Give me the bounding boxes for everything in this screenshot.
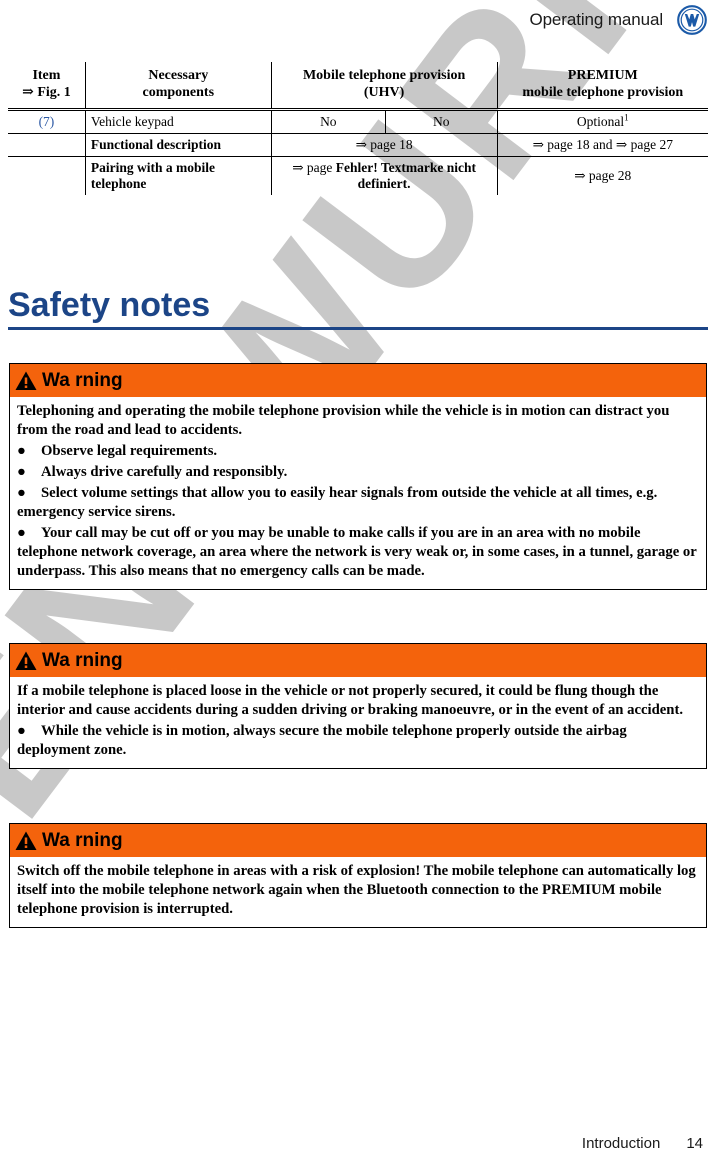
warning-body: Switch off the mobile telephone in areas… bbox=[10, 857, 706, 927]
bullet-marker: ● bbox=[17, 722, 26, 739]
table-body: (7) Vehicle keypad No No Optional1 Funct… bbox=[8, 109, 708, 196]
warning-bullet: ● While the vehicle is in motion, always … bbox=[17, 722, 699, 760]
cell-component: Vehicle keypad bbox=[84, 109, 272, 135]
warning-bullet: ● Observe legal requirements. bbox=[17, 442, 699, 461]
column-header-components-line2: components bbox=[142, 85, 215, 101]
table-row: Pairing with a mobile telephone ⇒ page F… bbox=[8, 156, 708, 196]
vw-logo-icon bbox=[677, 5, 707, 35]
warning-label: Wa rning bbox=[42, 650, 123, 671]
column-header-item-line2: ⇒ Fig. 1 bbox=[22, 85, 71, 101]
warning-intro: Telephoning and operating the mobile tel… bbox=[17, 403, 670, 438]
bullet-marker: ● bbox=[17, 524, 26, 541]
item-reference-link[interactable]: (7) bbox=[39, 114, 55, 129]
warning-body: Telephoning and operating the mobile tel… bbox=[10, 397, 706, 589]
column-header-premium-line1: PREMIUM bbox=[567, 68, 638, 83]
page-header: Operating manual bbox=[0, 0, 715, 40]
warning-intro: If a mobile telephone is placed loose in… bbox=[17, 683, 684, 718]
header-title: Operating manual bbox=[529, 10, 663, 29]
warning-label: Wa rning bbox=[42, 370, 123, 391]
page-ref-prefix: ⇒ page bbox=[292, 160, 336, 176]
warning-bullet: ● Always drive carefully and responsibly. bbox=[17, 463, 699, 482]
cell-item-ref: (7) bbox=[8, 109, 86, 135]
page-footer: Introduction 14 bbox=[0, 1128, 715, 1158]
warning-box: Wa rning Switch off the mobile telephone… bbox=[9, 823, 707, 928]
cell-uhv-page-ref[interactable]: ⇒ page Fehler! Textmarke nicht definiert… bbox=[270, 156, 498, 196]
cell-uhv-page-ref[interactable]: ⇒ page 18 bbox=[270, 133, 498, 158]
table-row: (7) Vehicle keypad No No Optional1 bbox=[8, 109, 708, 135]
footnote-marker: 1 bbox=[624, 112, 629, 123]
warning-bullet: ● Your call may be cut off or you may be … bbox=[17, 524, 699, 581]
column-header-uhv: Mobile telephone provision (UHV) bbox=[270, 62, 498, 112]
heading-rule bbox=[8, 326, 708, 330]
table-head: Item ⇒ Fig. 1 Necessary components Mobil… bbox=[8, 62, 708, 112]
column-header-item-line1: Item bbox=[32, 68, 61, 83]
section-heading: Safety notes bbox=[8, 286, 708, 330]
warning-header: Wa rning bbox=[10, 824, 706, 857]
warning-bullet: ● Select volume settings that allow you t… bbox=[17, 484, 699, 522]
cell-premium-text: Optional bbox=[576, 114, 625, 130]
table-row: Functional description ⇒ page 18 ⇒ page … bbox=[8, 133, 708, 158]
warning-bullet-text: Observe legal requirements. bbox=[41, 442, 218, 459]
document-page: Operating manual Item ⇒ Fig. 1 Necessary… bbox=[0, 0, 715, 1175]
warning-bullet-text: Your call may be cut off or you may be u… bbox=[17, 524, 697, 579]
warning-label: Wa rning bbox=[42, 830, 123, 851]
cell-premium: Optional1 bbox=[496, 109, 708, 135]
column-header-item: Item ⇒ Fig. 1 bbox=[8, 62, 86, 112]
column-header-components-line1: Necessary bbox=[148, 68, 209, 83]
cell-component: Pairing with a mobile telephone bbox=[84, 156, 272, 196]
column-header-uhv-line1: Mobile telephone provision bbox=[302, 68, 466, 83]
table-header-row: Item ⇒ Fig. 1 Necessary components Mobil… bbox=[8, 62, 708, 112]
cell-uhv-b: No bbox=[384, 109, 498, 135]
cell-premium-page-ref[interactable]: ⇒ page 28 bbox=[496, 156, 708, 196]
warning-triangle-icon bbox=[15, 651, 37, 671]
footer-page-number: 14 bbox=[686, 1134, 703, 1152]
warning-triangle-icon bbox=[15, 831, 37, 851]
cell-premium-page-ref[interactable]: ⇒ page 18 and ⇒ page 27 bbox=[496, 133, 708, 158]
cell-component: Functional description bbox=[84, 133, 272, 158]
warning-body: If a mobile telephone is placed loose in… bbox=[10, 677, 706, 768]
column-header-premium-line2: mobile telephone provision bbox=[522, 85, 684, 101]
column-header-components: Necessary components bbox=[84, 62, 272, 112]
warning-box: Wa rning If a mobile telephone is placed… bbox=[9, 643, 707, 769]
cell-item-ref bbox=[8, 133, 86, 158]
cell-item-ref bbox=[8, 156, 86, 196]
warning-triangle-icon bbox=[15, 371, 37, 391]
warning-bullet-text: While the vehicle is in motion, always s… bbox=[17, 722, 627, 758]
specification-table: Item ⇒ Fig. 1 Necessary components Mobil… bbox=[8, 62, 708, 196]
warning-bullet-text: Select volume settings that allow you to… bbox=[17, 484, 658, 520]
bullet-marker: ● bbox=[17, 463, 26, 480]
warning-header: Wa rning bbox=[10, 644, 706, 677]
warning-intro: Switch off the mobile telephone in areas… bbox=[17, 863, 696, 917]
cell-uhv-a: No bbox=[270, 109, 386, 135]
column-header-premium: PREMIUM mobile telephone provision bbox=[496, 62, 708, 112]
page-ref-error: Fehler! Textmarke nicht definiert. bbox=[335, 160, 476, 192]
warning-box: Wa rning Telephoning and operating the m… bbox=[9, 363, 707, 590]
footer-section-label: Introduction bbox=[581, 1134, 661, 1152]
column-header-uhv-line2: (UHV) bbox=[363, 85, 405, 101]
page-title: Safety notes bbox=[8, 286, 211, 324]
bullet-marker: ● bbox=[17, 484, 26, 501]
bullet-marker: ● bbox=[17, 442, 26, 459]
warning-header: Wa rning bbox=[10, 364, 706, 397]
warning-bullet-text: Always drive carefully and responsibly. bbox=[41, 463, 288, 480]
